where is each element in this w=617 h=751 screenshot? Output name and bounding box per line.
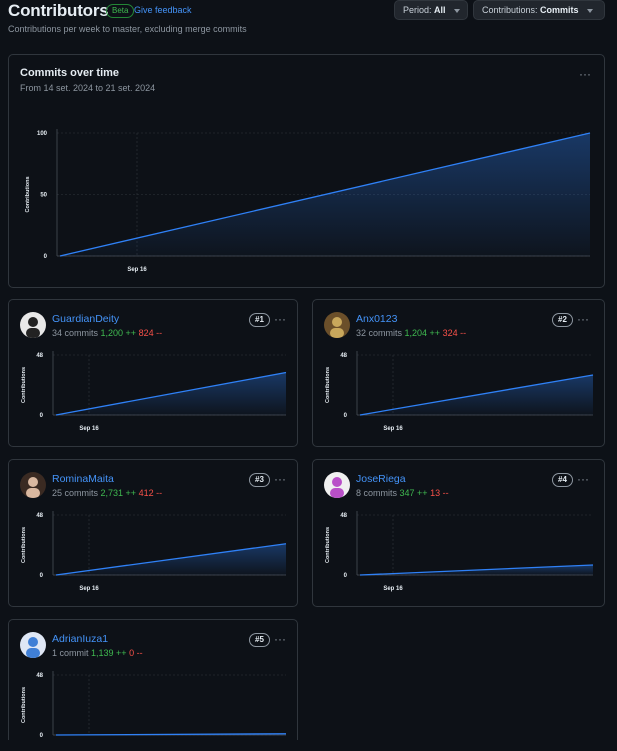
y-tick-label: 0 bbox=[344, 413, 348, 419]
y-tick-label: 50 bbox=[40, 193, 47, 199]
contributor-card: GuardianDeity 34 commits 1,200 ++ 824 -- #… bbox=[8, 299, 298, 447]
contributor-chart: 48 0 Sep 16 Contributions bbox=[21, 511, 287, 592]
y-tick-label: 0 bbox=[40, 413, 44, 419]
commits-over-time-card: Commits over time From 14 set. 2024 to 2… bbox=[8, 54, 605, 288]
y-axis-label: Contributions bbox=[325, 527, 331, 563]
x-tick-label: Sep 16 bbox=[79, 586, 99, 592]
y-tick-label: 48 bbox=[36, 673, 43, 679]
y-tick-label: 48 bbox=[340, 353, 347, 359]
contributor-card: Anx0123 32 commits 1,204 ++ 324 -- #2 ··· 48… bbox=[312, 299, 605, 447]
period-dropdown[interactable]: Period: All bbox=[394, 0, 468, 20]
contributor-card: JoseRiega 8 commits 347 ++ 13 -- #4 ··· 48 0 S… bbox=[312, 459, 605, 607]
y-tick-label: 0 bbox=[44, 254, 48, 260]
y-axis-label: Contributions bbox=[21, 367, 27, 403]
y-axis-label: Contributions bbox=[21, 527, 27, 563]
contributions-label: Contributions: bbox=[482, 5, 538, 15]
contributions-dropdown[interactable]: Contributions: Commits bbox=[473, 0, 605, 20]
page-subtitle: Contributions per week to master, exclud… bbox=[8, 24, 247, 34]
bottom-edge bbox=[0, 740, 617, 751]
y-tick-label: 0 bbox=[40, 573, 44, 579]
y-tick-label: 100 bbox=[37, 131, 48, 137]
contributor-card: AdrianIuza1 1 commit 1,139 ++ 0 -- #5 ··· 48… bbox=[8, 619, 298, 751]
contributor-chart: 48 0 Sep 16 Contributions bbox=[21, 351, 287, 432]
y-tick-label: 0 bbox=[40, 733, 44, 739]
y-axis-label: Contributions bbox=[25, 176, 31, 212]
overview-chart: 100 50 0 Sep 16 Contributions bbox=[25, 129, 591, 273]
period-value: All bbox=[434, 5, 446, 15]
x-tick-label: Sep 16 bbox=[383, 586, 403, 592]
x-tick-label: Sep 16 bbox=[79, 426, 99, 432]
y-tick-label: 0 bbox=[344, 573, 348, 579]
chevron-down-icon bbox=[454, 8, 461, 13]
contributions-value: Commits bbox=[540, 5, 579, 15]
y-tick-label: 48 bbox=[340, 513, 347, 519]
page-title: Contributors bbox=[8, 1, 109, 20]
contributor-chart: 48 0 Sep 16 Contributions bbox=[325, 511, 594, 592]
contributor-card: RominaMaita 25 commits 2,731 ++ 412 -- #3 ·… bbox=[8, 459, 298, 607]
y-axis-label: Contributions bbox=[21, 687, 27, 723]
give-feedback-link[interactable]: Give feedback bbox=[134, 5, 192, 15]
chevron-down-icon bbox=[587, 8, 594, 13]
y-axis-label: Contributions bbox=[325, 367, 331, 403]
contributor-chart: 48 0 Sep 16 Contributions bbox=[325, 351, 594, 432]
beta-badge: Beta bbox=[106, 4, 135, 18]
x-tick-label: Sep 16 bbox=[127, 267, 147, 273]
y-tick-label: 48 bbox=[36, 353, 43, 359]
period-label: Period: bbox=[403, 5, 432, 15]
y-tick-label: 48 bbox=[36, 513, 43, 519]
x-tick-label: Sep 16 bbox=[383, 426, 403, 432]
contributor-chart: 480Sep 16Contributions bbox=[21, 671, 287, 751]
